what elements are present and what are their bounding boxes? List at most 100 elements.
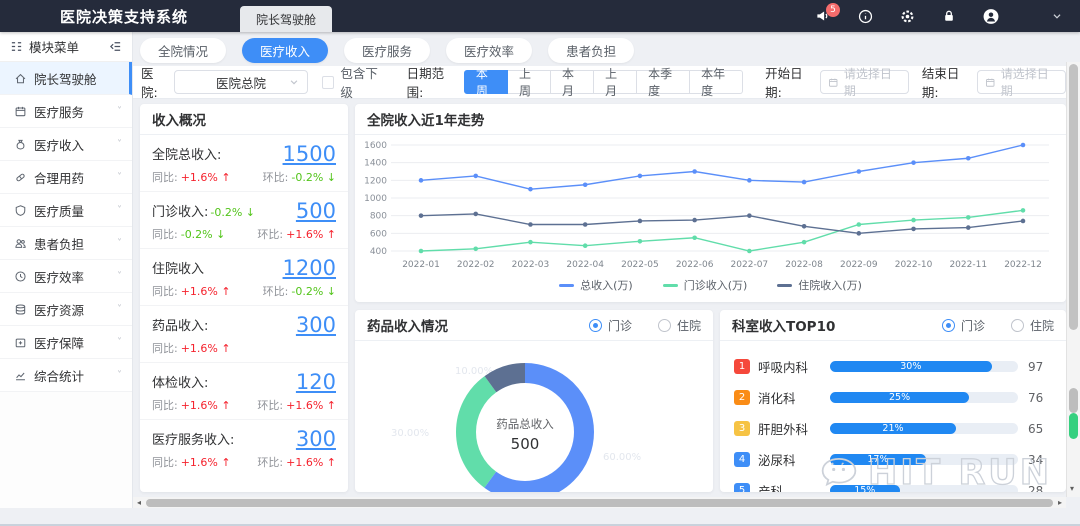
radio-住院[interactable]: 住院	[658, 317, 701, 334]
donut-center-label: 药品总收入 500	[480, 416, 570, 453]
chevron-down-icon	[289, 77, 299, 87]
collapse-menu-icon[interactable]	[109, 40, 122, 53]
hospital-select[interactable]: 医院总院	[174, 70, 309, 94]
sidebar-item-calendar[interactable]: 医疗服务 ˅	[0, 95, 132, 128]
info-icon[interactable]	[856, 7, 874, 25]
income-value-link[interactable]: 1500	[283, 142, 336, 166]
topbar: 医院决策支持系统 院长驾驶舱 5	[0, 0, 1080, 32]
income-label: 门诊收入:-0.2% ↓	[152, 201, 255, 223]
date-range-button[interactable]: 本月	[551, 70, 594, 94]
module-menu-icon	[10, 40, 23, 53]
yoy-text: 同比:-0.2% ↓	[152, 226, 225, 242]
income-value-link[interactable]: 300	[296, 427, 336, 451]
top10-row: 4 泌尿科 17% 34	[734, 444, 1054, 475]
chevron-down-icon: ˅	[117, 337, 122, 348]
sidebar-item-users[interactable]: 患者负担 ˅	[0, 227, 132, 260]
vertical-scrollbar-thumb[interactable]	[1069, 64, 1078, 330]
svg-text:400: 400	[370, 247, 387, 257]
sidebar: 模块菜单 院长驾驶舱 医疗服务 ˅ 医疗收入 ˅ 合理用药 ˅ 医疗质量	[0, 32, 133, 508]
radio-dot	[658, 319, 671, 332]
section-tab-3[interactable]: 医疗效率	[446, 38, 532, 63]
sidebar-item-chart[interactable]: 综合统计 ˅	[0, 359, 132, 392]
avatar[interactable]	[982, 7, 1000, 25]
income-value-link[interactable]: 120	[296, 370, 336, 394]
sidebar-item-label: 合理用药	[34, 168, 84, 187]
income-row: 门诊收入:-0.2% ↓ 500 同比:-0.2% ↓ 环比:+1.6% ↑	[140, 192, 348, 249]
sidebar-item-clock[interactable]: 医疗效率 ˅	[0, 260, 132, 293]
rank-badge: 4	[734, 452, 750, 467]
include-sub-checkbox[interactable]	[322, 76, 334, 89]
sidebar-item-label: 患者负担	[34, 234, 84, 253]
date-range-button[interactable]: 本季度	[637, 70, 690, 94]
topbar-actions: 5	[814, 7, 1066, 25]
sidebar-item-pill[interactable]: 合理用药 ˅	[0, 161, 132, 194]
horizontal-scrollbar[interactable]: ◂ ▸	[133, 497, 1066, 508]
dept-bar-percent: 21%	[882, 423, 903, 434]
section-tab-4[interactable]: 患者负担	[548, 38, 634, 63]
start-date-input[interactable]: 请选择日期	[820, 70, 909, 94]
svg-text:800: 800	[370, 212, 387, 222]
section-tab-1[interactable]: 医疗收入	[242, 38, 328, 63]
chevron-down-icon: ˅	[117, 238, 122, 249]
dept-name: 消化科	[758, 388, 830, 407]
date-range-button[interactable]: 本周	[464, 70, 508, 94]
date-range-button[interactable]: 上周	[508, 70, 551, 94]
scroll-left-arrow[interactable]: ◂	[133, 498, 145, 507]
sidebar-item-home[interactable]: 院长驾驶舱	[0, 62, 132, 95]
sidebar-item-shield[interactable]: 医疗质量 ˅	[0, 194, 132, 227]
radio-住院[interactable]: 住院	[1011, 317, 1054, 334]
scroll-right-arrow[interactable]: ▸	[1054, 498, 1066, 507]
sidebar-item-money-bag[interactable]: 医疗收入 ˅	[0, 128, 132, 161]
app-window: 医院决策支持系统 院长驾驶舱 5	[0, 0, 1080, 526]
vertical-scrollbar[interactable]: ▾	[1066, 62, 1080, 497]
rank-badge: 2	[734, 390, 750, 405]
legend-item[interactable]: 总收入(万)	[559, 277, 633, 293]
sidebar-item-database[interactable]: 医疗资源 ˅	[0, 293, 132, 326]
sidebar-header-label: 模块菜单	[29, 37, 79, 56]
end-date-input[interactable]: 请选择日期	[977, 70, 1066, 94]
svg-text:2022-09: 2022-09	[840, 260, 878, 270]
dept-value: 28	[1028, 484, 1054, 493]
chevron-down-icon: ˅	[117, 304, 122, 315]
radio-dot	[942, 319, 955, 332]
svg-text:1000: 1000	[364, 194, 387, 204]
dept-top10-panel: 科室收入TOP10 门诊 住院 1 呼吸内科 30% 97 2 消化科 25% …	[720, 310, 1066, 492]
lock-icon[interactable]	[940, 7, 958, 25]
sidebar-item-label: 医疗收入	[34, 135, 84, 154]
clock-icon	[14, 270, 27, 283]
sidebar-menu: 院长驾驶舱 医疗服务 ˅ 医疗收入 ˅ 合理用药 ˅ 医疗质量 ˅ 患者负担 ˅…	[0, 62, 132, 392]
legend-item[interactable]: 住院收入(万)	[777, 277, 862, 293]
income-row: 医疗服务收入: 300 同比:+1.6% ↑ 环比:+1.6% ↑	[140, 420, 348, 476]
income-value-link[interactable]: 500	[296, 199, 336, 223]
radio-门诊[interactable]: 门诊	[942, 317, 985, 334]
date-range-button[interactable]: 上月	[594, 70, 637, 94]
section-tab-0[interactable]: 全院情况	[140, 38, 226, 63]
hospital-label: 医院:	[141, 63, 168, 101]
legend-item[interactable]: 门诊收入(万)	[663, 277, 748, 293]
dept-bar-percent: 15%	[854, 485, 875, 492]
income-value-link[interactable]: 1200	[283, 256, 336, 280]
gear-icon[interactable]	[898, 7, 916, 25]
top10-radios: 门诊 住院	[942, 317, 1054, 334]
yoy-text: 同比:+1.6% ↑	[152, 397, 231, 413]
sidebar-item-label: 医疗质量	[34, 201, 84, 220]
income-row: 药品收入: 300 同比:+1.6% ↑	[140, 306, 348, 363]
svg-text:2022-10: 2022-10	[895, 260, 933, 270]
chevron-down-icon: ˅	[117, 370, 122, 381]
section-tab-2[interactable]: 医疗服务	[344, 38, 430, 63]
income-value-link[interactable]: 300	[296, 313, 336, 337]
radio-门诊[interactable]: 门诊	[589, 317, 632, 334]
topbar-tab-dashboard[interactable]: 院长驾驶舱	[240, 6, 332, 32]
mom-text: 环比:-0.2% ↓	[263, 169, 336, 185]
top10-row: 5 产科 15% 28	[734, 475, 1054, 492]
drug-income-panel: 药品收入情况 门诊 住院 10.00% 30.00% 60.00% 药品总收入 …	[355, 310, 713, 492]
sidebar-item-medkit[interactable]: 医疗保障 ˅	[0, 326, 132, 359]
database-icon	[14, 303, 27, 316]
date-range-group: 本周上周本月上月本季度本年度	[464, 70, 743, 94]
date-range-button[interactable]: 本年度	[690, 70, 743, 94]
horizontal-scrollbar-thumb[interactable]	[146, 499, 1053, 507]
scroll-down-arrow[interactable]: ▾	[1070, 484, 1074, 493]
chevron-down-icon[interactable]	[1048, 7, 1066, 25]
chevron-down-icon: ˅	[117, 139, 122, 150]
announcement-icon[interactable]: 5	[814, 7, 832, 25]
